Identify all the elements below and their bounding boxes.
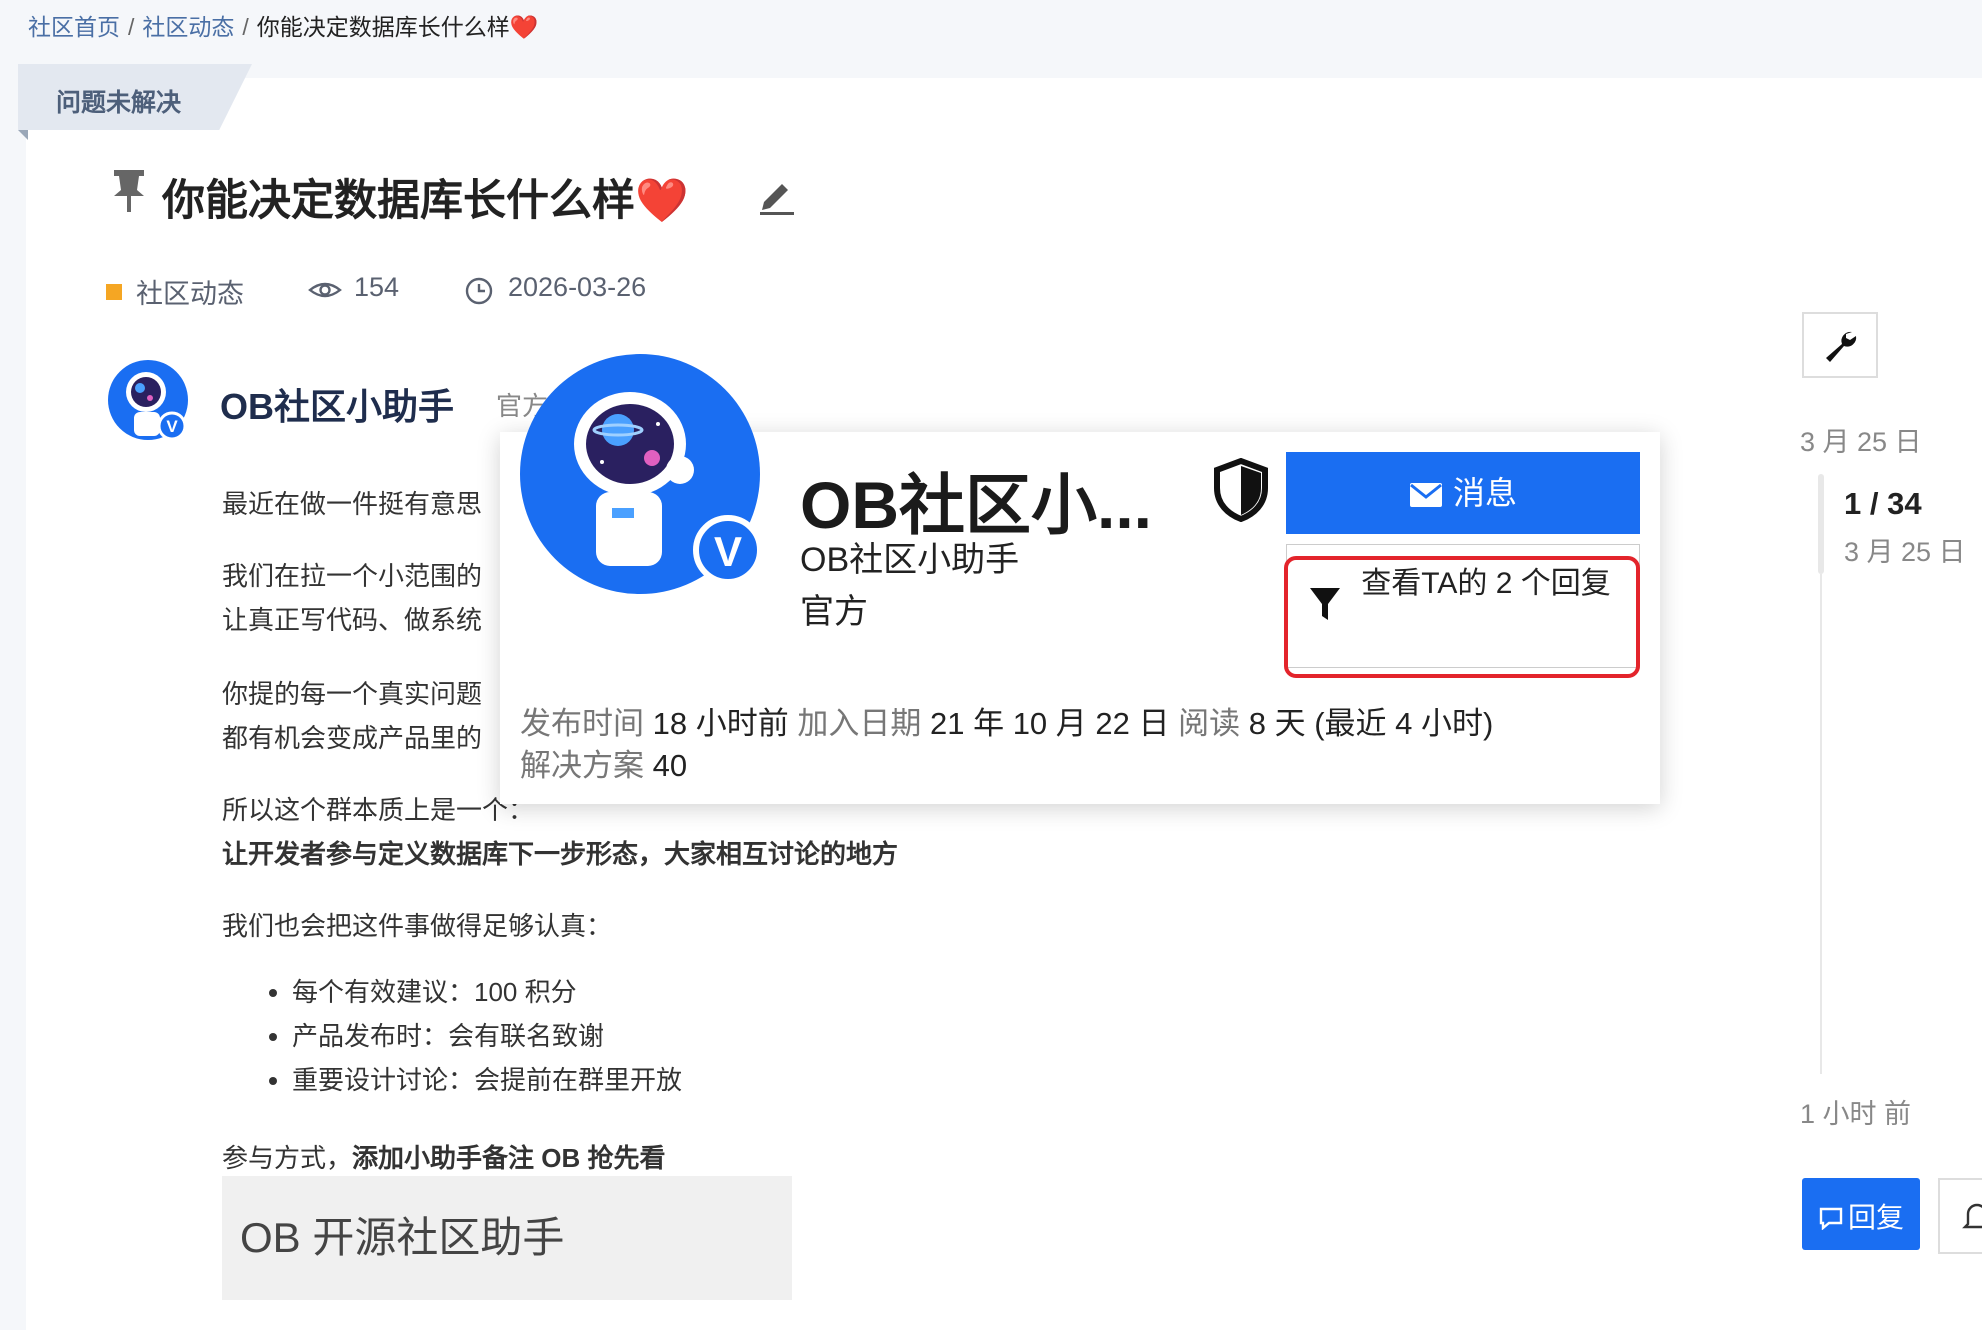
notification-button[interactable] [1938, 1178, 1982, 1254]
list-item: 每个有效建议：100 积分 [292, 970, 682, 1014]
reply-icon [1819, 1207, 1843, 1231]
category-color-square [106, 284, 122, 300]
timeline-position-date: 3 月 25 日 [1844, 537, 1966, 567]
user-card-stats: 发布时间 18 小时前 加入日期 21 年 10 月 22 日 阅读 8 天 (… [520, 706, 1494, 741]
user-card-avatar[interactable]: V [518, 352, 770, 604]
user-card-solutions: 解决方案 40 [520, 748, 688, 783]
wrench-icon [1826, 331, 1857, 362]
list-item: 产品发布时：会有联名致谢 [292, 1014, 682, 1058]
svg-text:V: V [714, 528, 742, 575]
benefit-list: 每个有效建议：100 积分 产品发布时：会有联名致谢 重要设计讨论：会提前在群里… [262, 970, 682, 1102]
ribbon-fold [18, 130, 28, 140]
admin-wrench-button[interactable] [1802, 312, 1878, 378]
breadcrumb-separator: / [128, 14, 135, 40]
breadcrumb-current: 你能决定数据库长什么样❤️ [256, 14, 539, 40]
breadcrumb-home-link[interactable]: 社区首页 [28, 14, 120, 40]
post-bold-paragraph: 让开发者参与定义数据库下一步形态，大家相互讨论的地方 [222, 839, 899, 869]
topic-title: 你能决定数据库长什么样❤️ [162, 177, 689, 225]
breadcrumb-category-link[interactable]: 社区动态 [142, 14, 234, 40]
timeline-start-date[interactable]: 3 月 25 日 [1800, 420, 1922, 459]
highlight-box [1284, 556, 1640, 678]
post-paragraph: 我们在拉一个小范围的 [222, 561, 483, 591]
post-paragraph: 所以这个群本质上是一个： [222, 795, 535, 825]
author-avatar[interactable]: V [108, 360, 190, 442]
post-paragraph: 都有机会变成产品里的 [222, 723, 483, 753]
user-card-role: 官方 [800, 593, 868, 631]
breadcrumb: 社区首页 / 社区动态 / 你能决定数据库长什么样❤️ [28, 8, 538, 42]
eye-icon [308, 282, 342, 298]
timeline-scroll-handle[interactable] [1818, 474, 1824, 574]
post-paragraph: 我们也会把这件事做得足够认真： [222, 911, 613, 941]
shield-icon [1214, 458, 1268, 522]
pin-icon [114, 170, 144, 212]
topic-category[interactable]: 社区动态 [136, 272, 244, 311]
bell-icon [1962, 1203, 1982, 1229]
reply-button[interactable]: 回复 [1802, 1178, 1920, 1250]
view-count: 154 [354, 272, 400, 302]
timeline-last-activity[interactable]: 1 小时 前 [1800, 1092, 1911, 1131]
clock-icon [465, 277, 493, 305]
edit-icon[interactable] [758, 176, 794, 216]
timeline-position: 1 / 34 [1844, 486, 1922, 521]
message-button[interactable]: 消息 [1286, 452, 1640, 534]
svg-text:V: V [166, 417, 178, 436]
post-paragraph: 最近在做一件挺有意思 [222, 489, 483, 519]
author-name[interactable]: OB社区小助手 [220, 378, 454, 430]
user-card-username: OB社区小助手 [800, 541, 1020, 579]
timeline-track[interactable] [1820, 574, 1822, 1074]
topic-date: 2026-03-26 [508, 272, 647, 302]
post-paragraph: 让真正写代码、做系统 [222, 605, 483, 635]
post-image-text: OB 开源社区助手 [240, 1214, 565, 1261]
breadcrumb-separator: / [242, 14, 249, 40]
post-paragraph: 你提的每一个真实问题 [222, 679, 483, 709]
post-paragraph: 参与方式，添加小助手备注 OB 抢先看 [222, 1143, 666, 1173]
list-item: 重要设计讨论：会提前在群里开放 [292, 1058, 682, 1102]
heart-icon: ❤️ [635, 177, 689, 225]
envelope-icon [1409, 483, 1442, 507]
heart-icon: ❤️ [509, 14, 539, 40]
status-ribbon-label: 问题未解决 [56, 89, 182, 117]
